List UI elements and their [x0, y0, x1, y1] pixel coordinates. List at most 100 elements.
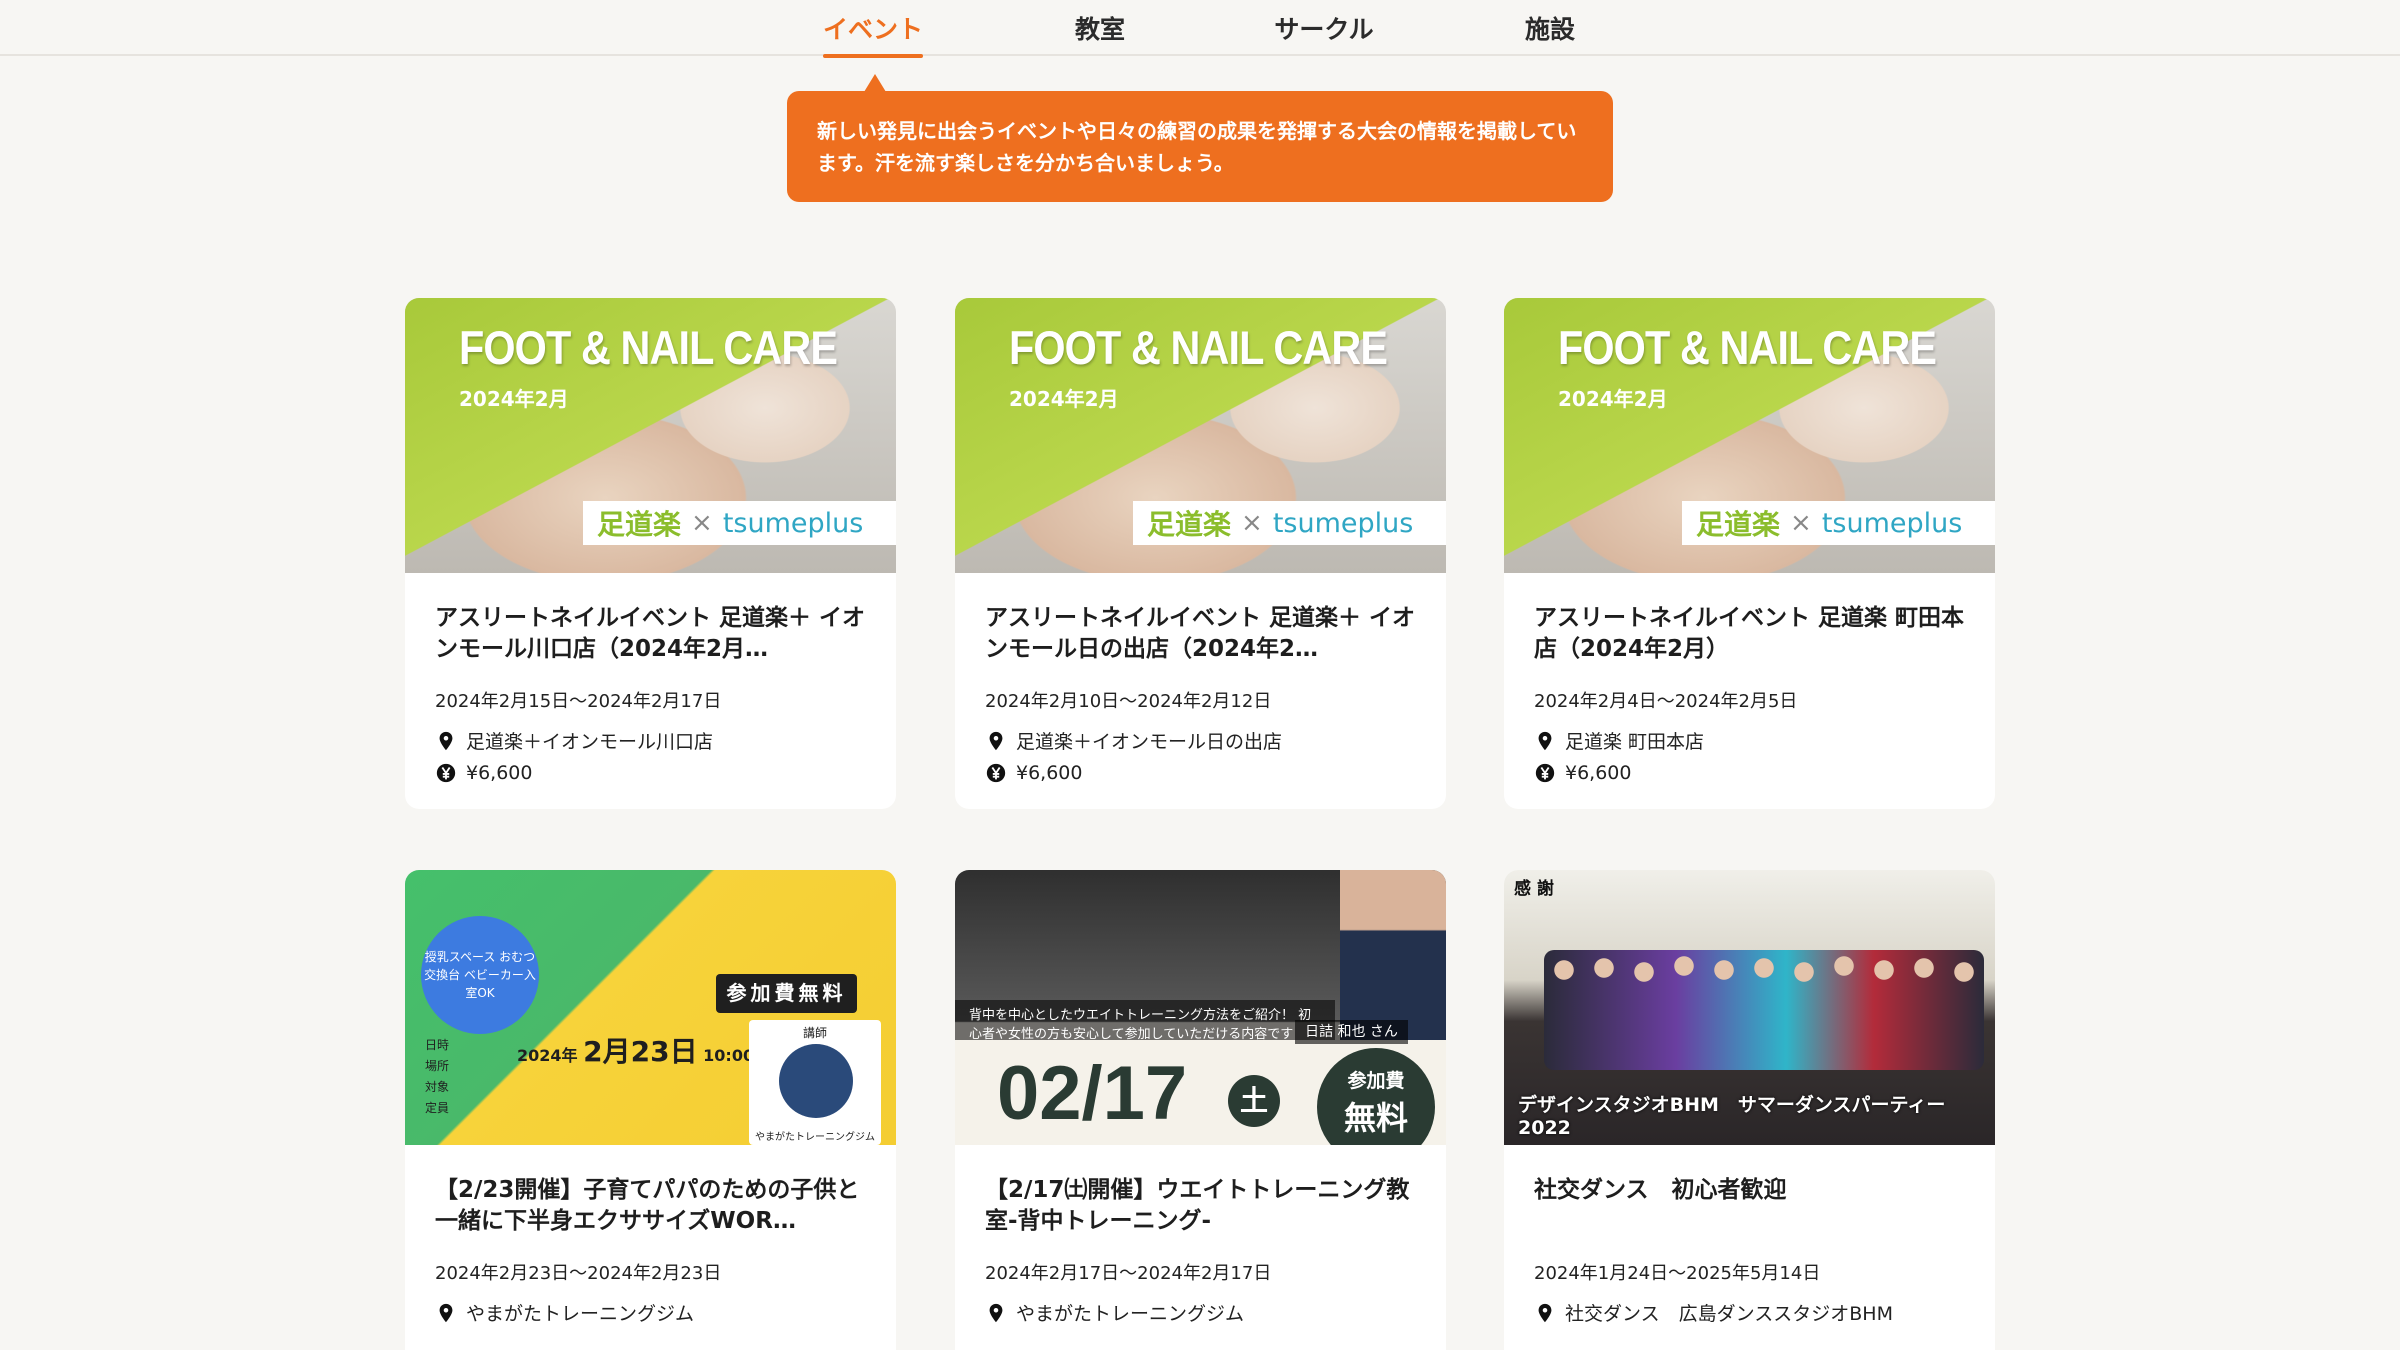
brand-logo-strip: 足道楽 × tsumeplus [1133, 501, 1446, 545]
event-title[interactable]: 【2/17㈯開催】ウエイトトレーニング教室-背中トレーニング- [985, 1175, 1416, 1237]
tab-circles[interactable]: サークル [1268, 10, 1380, 56]
banner-title: FOOT & NAIL CARE [459, 321, 838, 374]
location-pin-icon [439, 731, 453, 750]
tab-classes[interactable]: 教室 [1060, 10, 1140, 56]
thumb-info: 日時 場所 対象 定員 [425, 1035, 449, 1119]
brand-separator: × [691, 508, 713, 538]
banner-subtitle: 2024年2月 [1009, 387, 1119, 411]
location-text: 足道楽 町田本店 [1565, 731, 1705, 753]
thumb-info-line: 定員 [425, 1101, 450, 1115]
event-date: 2024年2月23日〜2024年2月23日 [435, 1263, 722, 1284]
brand-separator: × [1790, 508, 1812, 538]
event-card[interactable]: FOOT & NAIL CARE 2024年2月 足道楽 × tsumeplus… [405, 298, 896, 809]
brand-logo-strip: 足道楽 × tsumeplus [583, 501, 896, 545]
instructor-name: 日詰 和也 さん [1295, 1020, 1408, 1044]
event-location: 社交ダンス 広島ダンススタジオBHM [1534, 1299, 1965, 1326]
thumb-info-line: 日時 [425, 1038, 450, 1052]
event-card[interactable]: FOOT & NAIL CARE 2024年2月 足道楽 × tsumeplus… [955, 298, 1446, 809]
thumb-facility-badge: 授乳スペース おむつ交換台 ベビーカー入室OK [421, 916, 539, 1034]
price-text: ¥6,600 [466, 762, 533, 784]
location-text: やまがたトレーニングジム [1016, 1303, 1245, 1325]
event-title[interactable]: アスリートネイルイベント 足道楽＋ イオンモール川口店（2024年2月… [435, 603, 866, 665]
event-thumbnail: 背中を中心としたウエイトトレーニング方法をご紹介！ 初心者や女性の方も安心して参… [955, 870, 1446, 1145]
free-label: 参加費 [1347, 1070, 1405, 1092]
price-text: ¥6,600 [1565, 762, 1632, 784]
thumb-date-main: 2月23日 [583, 1035, 698, 1068]
event-thumbnail: FOOT & NAIL CARE 2024年2月 足道楽 × tsumeplus [405, 298, 896, 573]
price-text: ¥6,600 [1016, 762, 1083, 784]
dance-group-photo [1544, 950, 1984, 1070]
brand-logo-left: 足道楽 [1147, 508, 1232, 541]
category-tabbar: イベント 教室 サークル 施設 [0, 0, 2400, 58]
event-location: 足道楽＋イオンモール川口店 [435, 727, 866, 754]
thumb-day: 土 [1228, 1075, 1280, 1127]
banner-title: FOOT & NAIL CARE [1009, 321, 1388, 374]
instructor-photo: 講師 やまがたトレーニングジム [749, 1020, 881, 1145]
free-value: 無料 [1343, 1099, 1408, 1137]
instructor-caption: やまがたトレーニングジム [755, 1132, 875, 1143]
yen-icon [1535, 763, 1555, 783]
location-pin-icon [989, 731, 1003, 750]
instructor-label: 講師 [802, 1026, 827, 1040]
thumb-date-prefix: 2024年 [517, 1046, 578, 1065]
event-thumbnail: FOOT & NAIL CARE 2024年2月 足道楽 × tsumeplus [955, 298, 1446, 573]
event-title[interactable]: 【2/23開催】子育てパパのための子供と一緒に下半身エクササイズWOR… [435, 1175, 866, 1237]
brand-logo-left: 足道楽 [597, 508, 682, 541]
event-thumbnail: 感 謝 デザインスタジオBHM サマーダンスパーティー2022 [1504, 870, 1995, 1145]
location-pin-icon [1538, 1303, 1552, 1322]
event-title[interactable]: アスリートネイルイベント 足道楽＋ イオンモール日の出店（2024年2… [985, 603, 1416, 665]
brand-logo-left: 足道楽 [1696, 508, 1781, 541]
event-card[interactable]: 背中を中心としたウエイトトレーニング方法をご紹介！ 初心者や女性の方も安心して参… [955, 870, 1446, 1350]
event-price: ¥6,600 [985, 762, 1416, 784]
tab-facilities[interactable]: 施設 [1510, 10, 1590, 56]
event-location: やまがたトレーニングジム [985, 1299, 1416, 1326]
event-date: 2024年1月24日〜2025年5月14日 [1534, 1263, 1821, 1284]
event-location: 足道楽＋イオンモール日の出店 [985, 727, 1416, 754]
instructor-photo [1340, 870, 1446, 1040]
event-location: やまがたトレーニングジム [435, 1299, 866, 1326]
location-text: 足道楽＋イオンモール川口店 [466, 731, 714, 753]
location-text: 足道楽＋イオンモール日の出店 [1016, 731, 1283, 753]
brand-logo-right: tsumeplus [722, 507, 864, 539]
thumb-info-line: 場所 [425, 1059, 450, 1073]
brand-logo-strip: 足道楽 × tsumeplus [1682, 501, 1995, 545]
brand-logo-right: tsumeplus [1272, 507, 1414, 539]
thumb-description: 背中を中心としたウエイトトレーニング方法をご紹介！ 初心者や女性の方も安心して参… [955, 1000, 1335, 1042]
thumb-info-line: 対象 [425, 1080, 450, 1094]
event-price: ¥6,600 [1534, 762, 1965, 784]
tab-description-callout: 新しい発見に出会うイベントや日々の練習の成果を発揮する大会の情報を掲載しています… [787, 91, 1613, 202]
brand-separator: × [1241, 508, 1263, 538]
location-pin-icon [439, 1303, 453, 1322]
location-pin-icon [989, 1303, 1003, 1322]
thumb-free-badge: 参加費無料 [716, 974, 857, 1013]
banner-subtitle: 2024年2月 [459, 387, 569, 411]
event-title[interactable]: アスリートネイルイベント 足道楽 町田本店（2024年2月） [1534, 603, 1965, 665]
event-thumbnail: 授乳スペース おむつ交換台 ベビーカー入室OK 参加費無料 2024年 2月23… [405, 870, 896, 1145]
event-date: 2024年2月4日〜2024年2月5日 [1534, 691, 1798, 712]
event-thumbnail: FOOT & NAIL CARE 2024年2月 足道楽 × tsumeplus [1504, 298, 1995, 573]
event-date: 2024年2月15日〜2024年2月17日 [435, 691, 722, 712]
event-card[interactable]: 感 謝 デザインスタジオBHM サマーダンスパーティー2022 社交ダンス 初心… [1504, 870, 1995, 1350]
event-date: 2024年2月10日〜2024年2月12日 [985, 691, 1272, 712]
banner-subtitle: 2024年2月 [1558, 387, 1668, 411]
event-date: 2024年2月17日〜2024年2月17日 [985, 1263, 1272, 1284]
thumb-caption: デザインスタジオBHM サマーダンスパーティー2022 [1518, 1094, 1946, 1139]
event-card[interactable]: 授乳スペース おむつ交換台 ベビーカー入室OK 参加費無料 2024年 2月23… [405, 870, 896, 1350]
yen-icon [436, 763, 456, 783]
location-text: やまがたトレーニングジム [466, 1303, 695, 1325]
event-price: ¥6,600 [435, 762, 866, 784]
banner-title: FOOT & NAIL CARE [1558, 321, 1937, 374]
tab-events[interactable]: イベント [823, 10, 923, 58]
thumb-date: 02/17 [997, 1051, 1188, 1136]
yen-icon [986, 763, 1006, 783]
location-pin-icon [1538, 731, 1552, 750]
brand-logo-right: tsumeplus [1821, 507, 1963, 539]
location-text: 社交ダンス 広島ダンススタジオBHM [1565, 1303, 1893, 1325]
avatar [779, 1044, 853, 1118]
event-title[interactable]: 社交ダンス 初心者歓迎 [1534, 1175, 1965, 1237]
callout-arrow [864, 74, 886, 92]
thumb-top-text: 感 謝 [1514, 879, 1554, 899]
event-card[interactable]: FOOT & NAIL CARE 2024年2月 足道楽 × tsumeplus… [1504, 298, 1995, 809]
event-location: 足道楽 町田本店 [1534, 727, 1965, 754]
thumb-free-badge: 参加費 無料 [1317, 1048, 1435, 1145]
